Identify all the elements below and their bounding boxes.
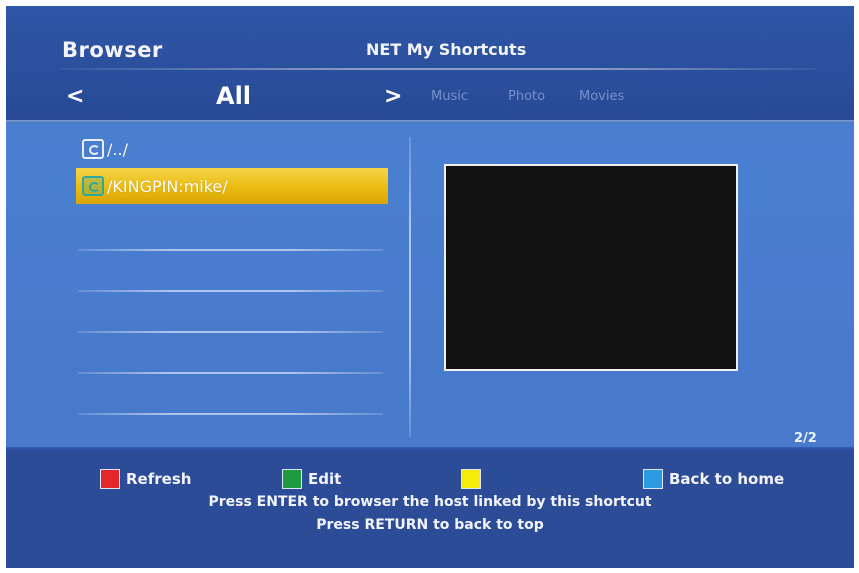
page-indicator: 2/2 — [794, 431, 817, 446]
green-key-icon — [282, 469, 302, 489]
empty-list-slot — [78, 372, 383, 374]
folder-link-icon — [82, 176, 104, 196]
section-title: NET My Shortcuts — [366, 40, 527, 59]
key-label: Edit — [308, 470, 342, 488]
yellow-key-icon — [461, 469, 481, 489]
browser-screen: Browser NET My Shortcuts < All > Music P… — [6, 6, 854, 568]
nav-right-arrow-icon[interactable]: > — [384, 84, 402, 109]
hint-return: Press RETURN to back to top — [316, 517, 544, 533]
red-key-refresh[interactable]: Refresh — [100, 469, 191, 489]
filter-tab-movies[interactable]: Movies — [579, 89, 624, 104]
hint-enter: Press ENTER to browser the host linked b… — [208, 494, 652, 510]
list-item-selected[interactable]: /KINGPIN:mike/ — [76, 168, 388, 204]
blue-key-icon — [643, 469, 663, 489]
blue-key-back-home[interactable]: Back to home — [643, 469, 784, 489]
filter-tab-music[interactable]: Music — [431, 89, 468, 104]
list-item-label: /KINGPIN:mike/ — [107, 176, 228, 196]
list-item-parent-folder[interactable]: /../ — [76, 131, 388, 167]
yellow-key[interactable] — [461, 469, 487, 489]
header: Browser NET My Shortcuts < All > Music P… — [6, 6, 854, 123]
empty-list-slot — [78, 413, 383, 415]
panel-divider — [409, 137, 411, 437]
footer: Refresh Edit Back to home Press ENTER to… — [6, 451, 854, 568]
app-title: Browser — [62, 38, 163, 62]
header-divider — [60, 68, 817, 70]
content-area: /../ /KINGPIN:mike/ 2/2 — [6, 123, 854, 449]
nav-left-arrow-icon[interactable]: < — [66, 84, 84, 109]
key-label: Refresh — [126, 470, 192, 488]
green-key-edit[interactable]: Edit — [282, 469, 341, 489]
preview-pane — [444, 164, 738, 371]
red-key-icon — [100, 469, 120, 489]
key-label: Back to home — [669, 470, 785, 488]
current-filter[interactable]: All — [216, 82, 251, 110]
empty-list-slot — [78, 331, 383, 333]
folder-link-icon — [82, 139, 104, 159]
empty-list-slot — [78, 249, 383, 251]
filter-tab-photo[interactable]: Photo — [508, 89, 545, 104]
empty-list-slot — [78, 290, 383, 292]
list-item-label: /../ — [107, 139, 128, 159]
